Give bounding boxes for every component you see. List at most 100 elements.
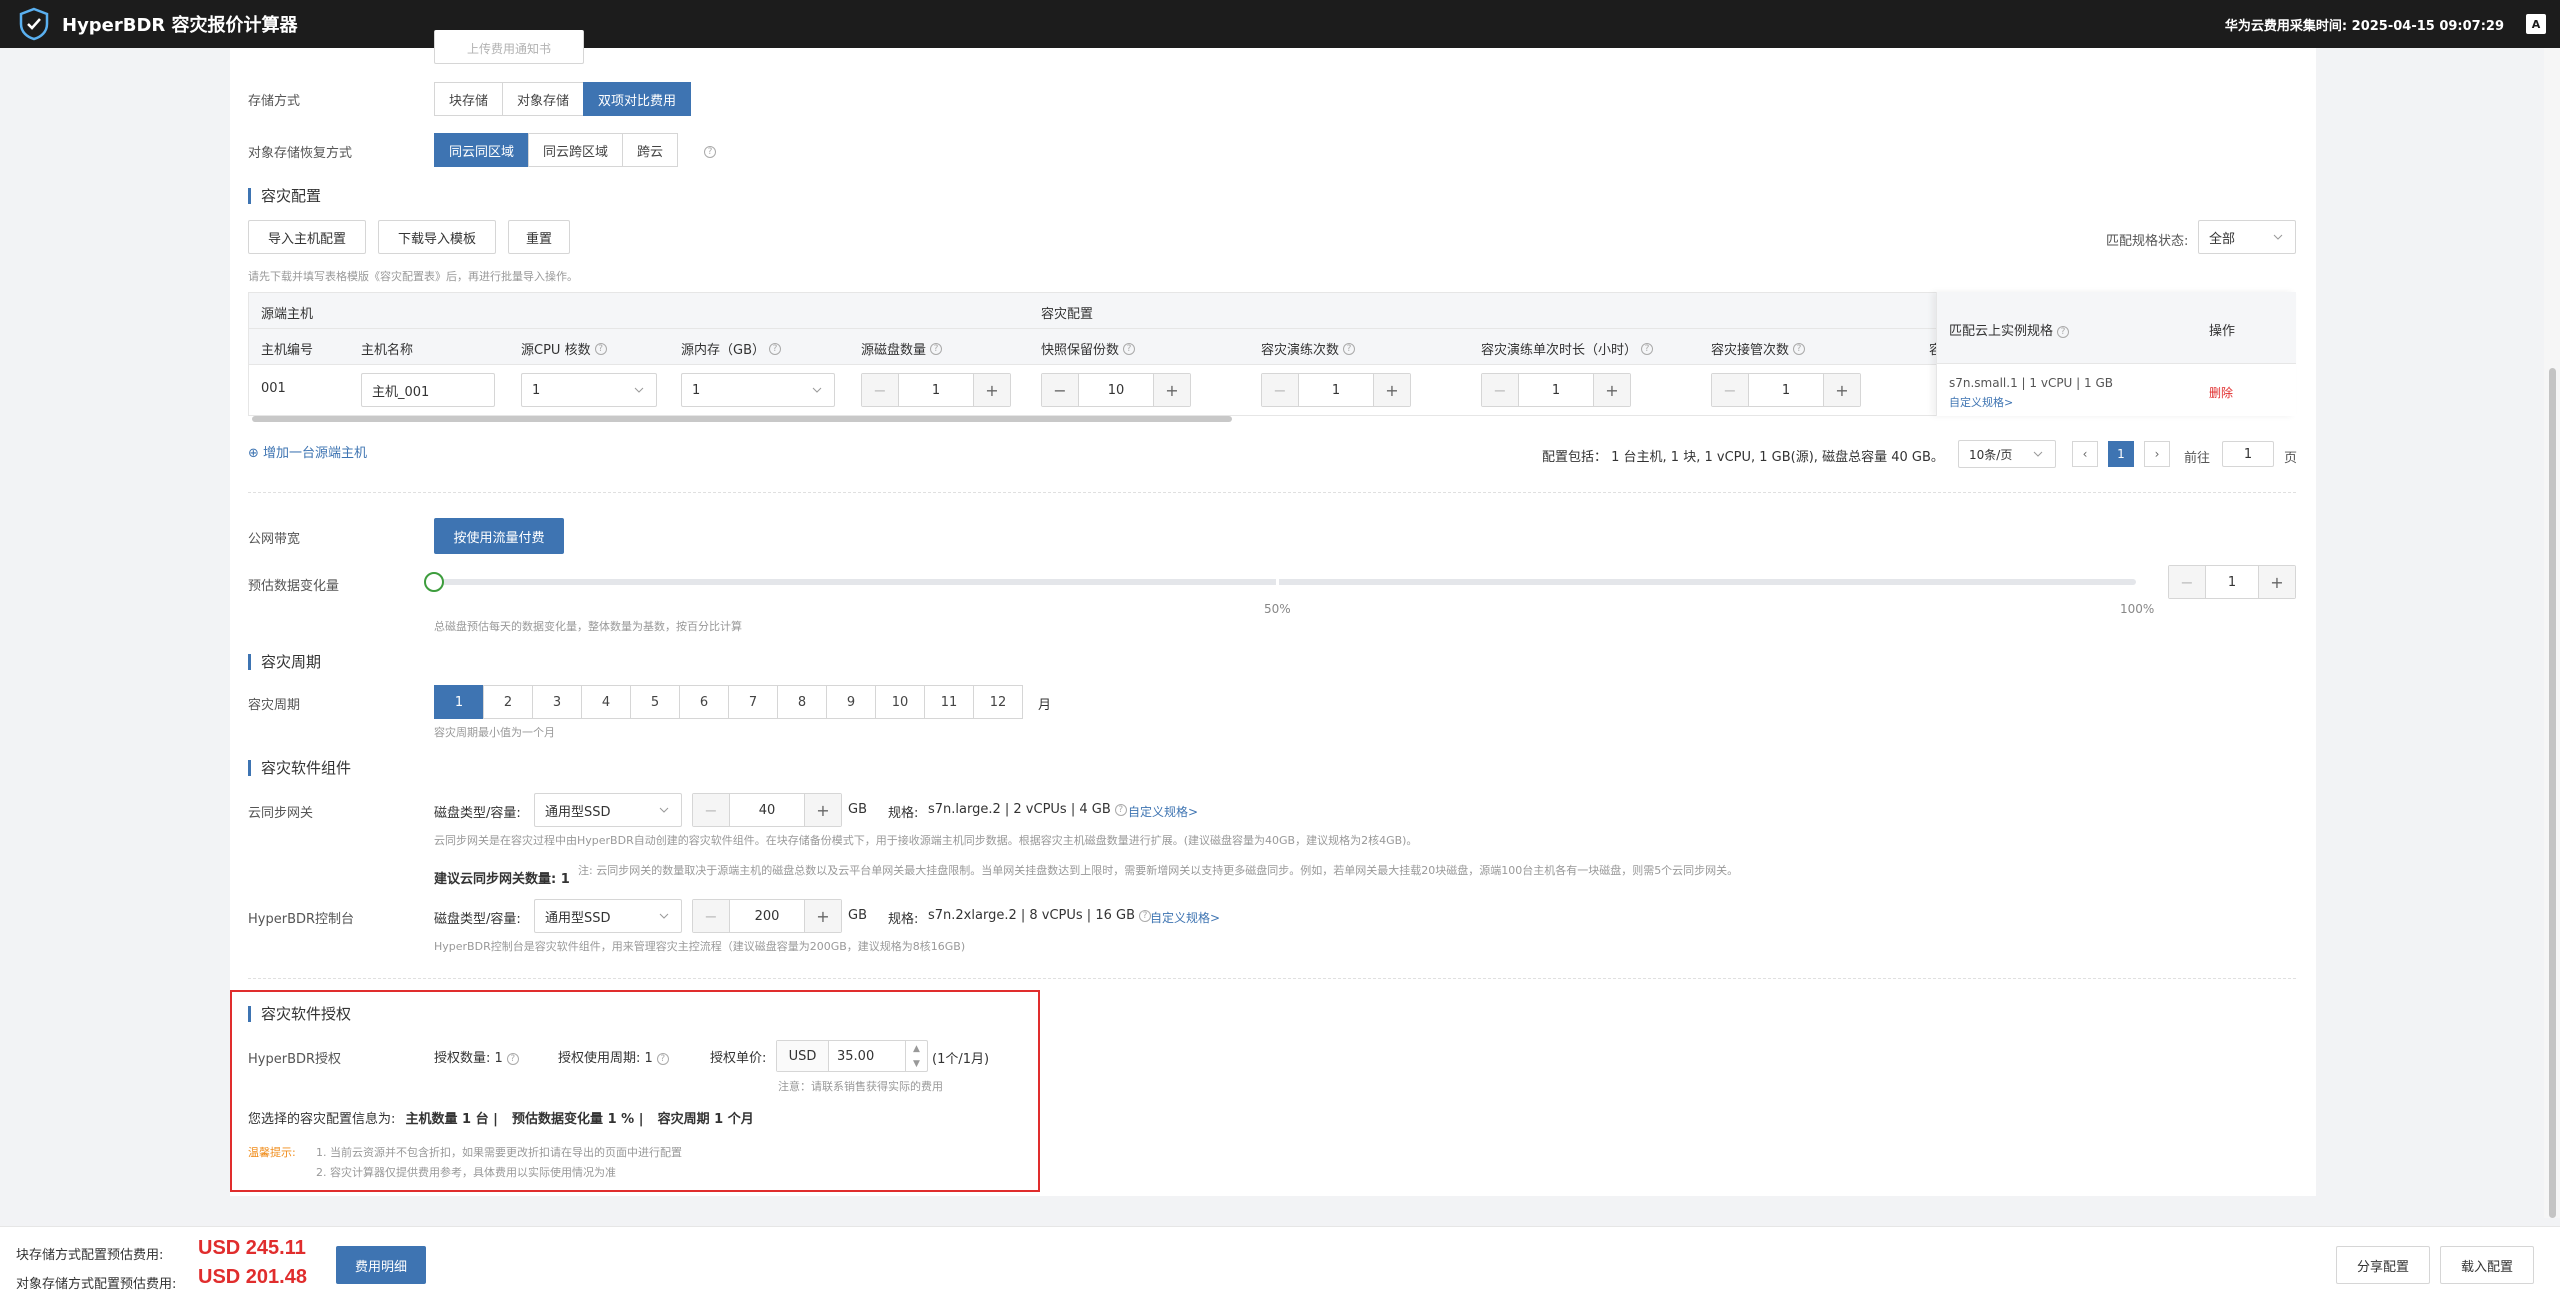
drill-count-value[interactable]: 1: [1298, 374, 1374, 406]
minus-icon[interactable]: −: [1712, 374, 1748, 406]
period-option[interactable]: 6: [679, 685, 729, 719]
match-status-select[interactable]: 全部: [2198, 220, 2296, 254]
gateway-disk-label: 磁盘类型/容量:: [434, 806, 521, 821]
upload-notice-button[interactable]: 上传费用通知书: [434, 30, 584, 64]
chevron-down-icon[interactable]: ▼: [913, 1059, 920, 1069]
chevron-up-icon[interactable]: ▲: [913, 1044, 920, 1054]
cpu-select[interactable]: 1: [521, 373, 657, 407]
help-icon[interactable]: ?: [594, 342, 607, 355]
console-custom-spec-link[interactable]: 自定义规格>: [1150, 909, 1220, 926]
license-note: 注意：请联系销售获得实际的费用: [778, 1080, 943, 1093]
minus-icon[interactable]: −: [693, 900, 729, 932]
drill-count-stepper[interactable]: −1 +: [1261, 373, 1411, 407]
minus-icon[interactable]: −: [1262, 374, 1298, 406]
minus-icon[interactable]: −: [693, 794, 729, 826]
scrollbar-thumb[interactable]: [2549, 368, 2556, 1218]
plus-icon[interactable]: +: [2259, 566, 2295, 598]
help-icon[interactable]: ?: [930, 342, 943, 355]
plus-icon[interactable]: +: [1824, 374, 1860, 406]
console-disk-type-select[interactable]: 通用型SSD: [534, 899, 682, 933]
price-spinner[interactable]: ▲ ▼: [905, 1041, 927, 1071]
minus-icon[interactable]: −: [1042, 374, 1078, 406]
help-icon[interactable]: ?: [1793, 342, 1806, 355]
change-rate-slider-knob[interactable]: [424, 572, 444, 592]
takeover-stepper[interactable]: −1 +: [1711, 373, 1861, 407]
period-option[interactable]: 2: [483, 685, 533, 719]
plus-icon[interactable]: +: [1374, 374, 1410, 406]
console-size-value[interactable]: 200: [729, 900, 805, 932]
minus-icon[interactable]: −: [1482, 374, 1518, 406]
period-option[interactable]: 3: [532, 685, 582, 719]
custom-spec-link[interactable]: 自定义规格>: [1949, 394, 2013, 410]
storage-option-object[interactable]: 对象存储: [502, 82, 585, 116]
help-icon[interactable]: ?: [1641, 342, 1654, 355]
plus-icon[interactable]: +: [1154, 374, 1190, 406]
disks-value[interactable]: 1: [898, 374, 974, 406]
goto-page-input[interactable]: 1: [2222, 441, 2274, 467]
plus-icon[interactable]: +: [1594, 374, 1630, 406]
help-icon[interactable]: ?: [1114, 803, 1127, 816]
period-option[interactable]: 12: [973, 685, 1023, 719]
host-name-input[interactable]: 主机_001: [361, 373, 495, 407]
period-option[interactable]: 9: [826, 685, 876, 719]
recovery-option-same-region[interactable]: 同云同区域: [434, 133, 530, 167]
gateway-size-stepper[interactable]: −40 +: [692, 793, 842, 827]
help-icon[interactable]: ?: [1123, 342, 1136, 355]
drill-hours-stepper[interactable]: −1 +: [1481, 373, 1631, 407]
storage-option-compare[interactable]: 双项对比费用: [583, 82, 692, 116]
page-size-select[interactable]: 10条/页: [1958, 440, 2056, 468]
cost-detail-button[interactable]: 费用明细: [336, 1246, 426, 1284]
plus-icon[interactable]: +: [974, 374, 1010, 406]
help-icon[interactable]: ?: [704, 146, 716, 158]
plus-icon[interactable]: +: [805, 794, 841, 826]
reset-button[interactable]: 重置: [508, 220, 570, 254]
change-rate-slider-track[interactable]: [434, 579, 2136, 585]
period-option[interactable]: 8: [777, 685, 827, 719]
help-icon[interactable]: ?: [2057, 325, 2070, 338]
object-cost-value: USD 201.48: [198, 1266, 307, 1288]
delete-row-link[interactable]: 删除: [2209, 384, 2233, 401]
gateway-disk-type-select[interactable]: 通用型SSD: [534, 793, 682, 827]
help-icon[interactable]: ?: [769, 342, 781, 355]
disks-stepper[interactable]: −1 +: [861, 373, 1011, 407]
help-icon[interactable]: ?: [656, 1052, 669, 1065]
takeover-value[interactable]: 1: [1748, 374, 1824, 406]
change-rate-stepper[interactable]: −1 +: [2168, 565, 2296, 599]
pay-by-traffic-button[interactable]: 按使用流量付费: [434, 518, 564, 554]
download-template-button[interactable]: 下载导入模板: [378, 220, 496, 254]
drill-hours-value[interactable]: 1: [1518, 374, 1594, 406]
period-option[interactable]: 1: [434, 685, 484, 719]
minus-icon[interactable]: −: [2169, 566, 2205, 598]
storage-option-block[interactable]: 块存储: [434, 82, 504, 116]
load-config-button[interactable]: 载入配置: [2440, 1246, 2534, 1284]
mem-select[interactable]: 1: [681, 373, 835, 407]
snapshots-stepper[interactable]: −10 +: [1041, 373, 1191, 407]
add-host-link[interactable]: ⊕ 增加一台源端主机: [248, 442, 367, 461]
period-option[interactable]: 10: [875, 685, 925, 719]
help-icon[interactable]: ?: [1343, 342, 1356, 355]
snapshots-value[interactable]: 10: [1078, 374, 1154, 406]
period-option[interactable]: 5: [630, 685, 680, 719]
prev-page-button[interactable]: ‹: [2072, 441, 2098, 467]
gateway-size-value[interactable]: 40: [729, 794, 805, 826]
language-icon[interactable]: A: [2526, 14, 2546, 34]
share-config-button[interactable]: 分享配置: [2336, 1246, 2430, 1284]
recovery-option-cross-cloud[interactable]: 跨云: [622, 133, 679, 167]
period-option[interactable]: 11: [924, 685, 974, 719]
table-horizontal-scrollbar[interactable]: [252, 416, 1232, 422]
import-host-button[interactable]: 导入主机配置: [248, 220, 366, 254]
plus-icon[interactable]: +: [805, 900, 841, 932]
next-page-button[interactable]: ›: [2144, 441, 2170, 467]
gateway-custom-spec-link[interactable]: 自定义规格>: [1128, 803, 1198, 820]
license-price-value[interactable]: 35.00: [829, 1049, 905, 1064]
minus-icon[interactable]: −: [862, 374, 898, 406]
period-option[interactable]: 7: [728, 685, 778, 719]
chevron-down-icon: [810, 383, 824, 397]
change-rate-value[interactable]: 1: [2205, 566, 2259, 598]
recovery-option-cross-region[interactable]: 同云跨区域: [528, 133, 624, 167]
help-icon[interactable]: ?: [506, 1052, 519, 1065]
console-size-stepper[interactable]: −200 +: [692, 899, 842, 933]
period-option[interactable]: 4: [581, 685, 631, 719]
page-number-button[interactable]: 1: [2108, 441, 2134, 467]
license-price-input[interactable]: USD 35.00 ▲ ▼: [776, 1040, 928, 1072]
